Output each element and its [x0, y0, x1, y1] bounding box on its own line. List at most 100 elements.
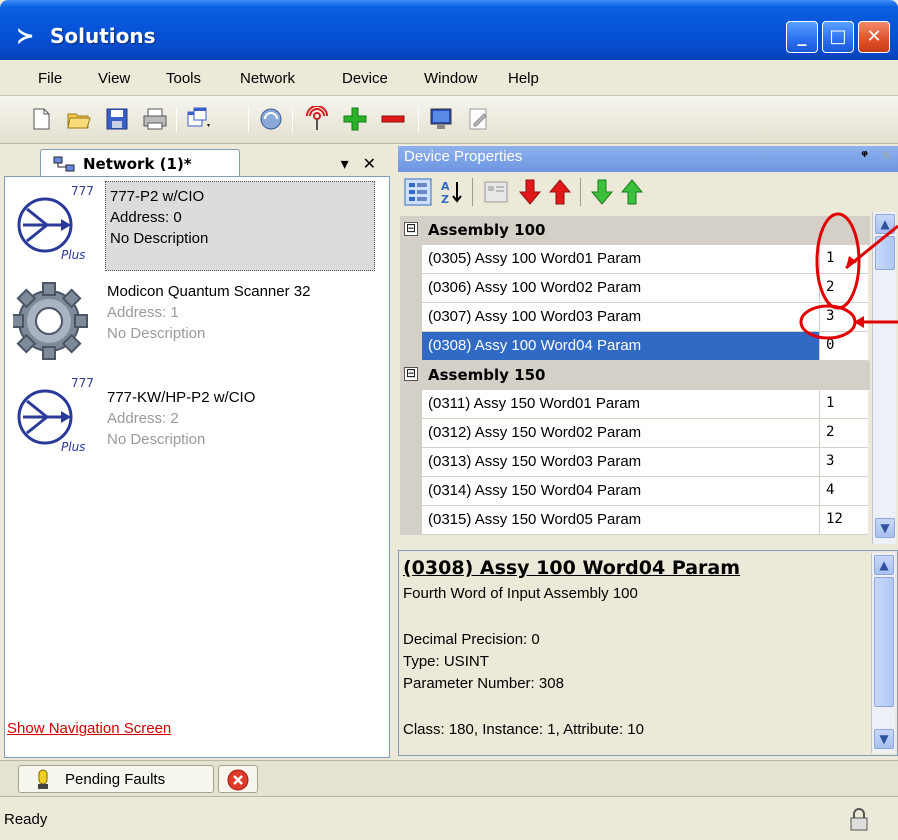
open-folder-icon[interactable]	[66, 106, 92, 132]
print-icon[interactable]	[142, 106, 168, 132]
device-name: Modicon Quantum Scanner 32	[107, 283, 311, 300]
svg-text:A: A	[441, 180, 450, 193]
categorized-icon[interactable]	[404, 178, 432, 206]
svg-text:Plus: Plus	[61, 248, 85, 262]
maximize-button[interactable]: □	[822, 21, 854, 53]
menu-window[interactable]: Window	[424, 70, 477, 87]
property-value[interactable]: 2	[820, 274, 868, 303]
menu-network[interactable]: Network	[240, 70, 295, 87]
description-scrollbar[interactable]: ▲ ▼	[871, 553, 895, 753]
menu-file[interactable]: File	[38, 70, 62, 87]
pane-controls: ▾ ✕	[327, 154, 376, 173]
window-dropdown-icon[interactable]	[186, 106, 212, 132]
property-value[interactable]: 1	[820, 390, 868, 419]
add-icon[interactable]	[342, 106, 368, 132]
toolbar-separator	[176, 106, 177, 132]
device-name: 777-KW/HP-P2 w/CIO	[107, 389, 256, 406]
close-icon[interactable]: ✕	[880, 148, 892, 164]
scroll-down-icon[interactable]: ▼	[875, 518, 895, 538]
pin-icon[interactable]: ᵠ	[861, 148, 868, 164]
close-button[interactable]: ✕	[858, 21, 890, 53]
window-title: Solutions	[50, 24, 156, 48]
device-item[interactable]: 777 Plus 777-KW/HP-P2 w/CIO Address: 2 N…	[5, 373, 391, 463]
property-row[interactable]: (0315) Assy 150 Word05 Param 12	[400, 506, 870, 535]
remove-icon[interactable]	[380, 106, 406, 132]
scroll-up-icon[interactable]: ▲	[875, 214, 895, 234]
svg-text:777: 777	[71, 184, 94, 198]
scroll-down-icon[interactable]: ▼	[874, 729, 894, 749]
scroll-up-icon[interactable]: ▲	[874, 555, 894, 575]
diagnostic-icon[interactable]	[258, 106, 284, 132]
edit-icon[interactable]	[466, 106, 492, 132]
download-green-icon[interactable]	[588, 178, 616, 206]
parameter-number: Parameter Number: 308	[403, 675, 564, 692]
category-name: Assembly 100	[428, 221, 546, 239]
device-item[interactable]: Modicon Quantum Scanner 32 Address: 1 No…	[5, 277, 391, 367]
grid-scrollbar[interactable]: ▲ ▼	[872, 212, 896, 544]
param-type: Type: USINT	[403, 653, 489, 670]
property-row[interactable]: (0311) Assy 150 Word01 Param 1	[400, 390, 870, 419]
drive-777-icon: 777 Plus	[17, 376, 94, 454]
error-tab[interactable]	[218, 765, 258, 793]
property-row[interactable]: (0307) Assy 100 Word03 Param 3	[400, 303, 870, 332]
save-icon[interactable]	[104, 106, 130, 132]
properties-header: Device Properties ᵠ ✕	[398, 146, 898, 172]
menu-help[interactable]: Help	[508, 70, 539, 87]
description-panel: (0308) Assy 100 Word04 Param Fourth Word…	[398, 550, 898, 756]
new-file-icon[interactable]	[28, 106, 54, 132]
property-value[interactable]: 3	[820, 303, 868, 332]
property-value[interactable]: 1	[820, 245, 868, 274]
property-row-selected[interactable]: (0308) Assy 100 Word04 Param 0	[400, 332, 870, 361]
alphabetical-sort-icon[interactable]: AZ	[438, 178, 466, 206]
property-pages-icon[interactable]	[482, 178, 510, 206]
dropdown-icon[interactable]: ▾	[341, 154, 349, 173]
category-name: Assembly 150	[428, 366, 546, 384]
property-value[interactable]: 2	[820, 419, 868, 448]
scroll-thumb[interactable]	[874, 577, 894, 707]
collapse-icon[interactable]: ⊟	[404, 222, 418, 236]
pending-faults-label: Pending Faults	[65, 771, 166, 788]
upload-red-icon[interactable]	[546, 178, 574, 206]
network-tab-label: Network (1)*	[83, 155, 192, 173]
property-row[interactable]: (0306) Assy 100 Word02 Param 2	[400, 274, 870, 303]
property-row[interactable]: (0312) Assy 150 Word02 Param 2	[400, 419, 870, 448]
category-assembly-100[interactable]: ⊟ Assembly 100	[400, 216, 870, 245]
menu-device[interactable]: Device	[342, 70, 388, 87]
upload-green-icon[interactable]	[618, 178, 646, 206]
gear-icon	[13, 282, 88, 360]
property-value[interactable]: 3	[820, 448, 868, 477]
svg-text:Plus: Plus	[61, 440, 85, 454]
decimal-precision: Decimal Precision: 0	[403, 631, 540, 648]
toolbar-separator	[248, 106, 249, 132]
device-item[interactable]: 777 Plus 777-P2 w/CIO Address: 0 No Desc…	[5, 181, 391, 271]
property-name: (0315) Assy 150 Word05 Param	[422, 506, 820, 535]
property-value[interactable]: 4	[820, 477, 868, 506]
property-name: (0313) Assy 150 Word03 Param	[422, 448, 820, 477]
collapse-icon[interactable]: ⊟	[404, 367, 418, 381]
show-navigation-link[interactable]: Show Navigation Screen	[7, 720, 171, 737]
toolbar-separator	[292, 106, 293, 132]
class-info: Class: 180, Instance: 1, Attribute: 10	[403, 721, 644, 738]
device-info: Modicon Quantum Scanner 32 Address: 1 No…	[107, 281, 310, 344]
property-value[interactable]: 12	[820, 506, 868, 535]
minimize-button[interactable]: _	[786, 21, 818, 53]
tab-pending-faults[interactable]: Pending Faults	[18, 765, 214, 793]
property-row[interactable]: (0314) Assy 150 Word04 Param 4	[400, 477, 870, 506]
broadcast-icon[interactable]	[304, 106, 330, 132]
property-value[interactable]: 0	[820, 332, 868, 361]
property-row[interactable]: (0313) Assy 150 Word03 Param 3	[400, 448, 870, 477]
menu-tools[interactable]: Tools	[166, 70, 201, 87]
lock-icon	[850, 808, 868, 831]
scroll-thumb[interactable]	[875, 236, 895, 270]
monitor-icon[interactable]	[428, 106, 454, 132]
download-red-icon[interactable]	[516, 178, 544, 206]
category-assembly-150[interactable]: ⊟ Assembly 150	[400, 361, 870, 390]
device-address: Address: 2	[107, 410, 179, 427]
property-name: (0311) Assy 150 Word01 Param	[422, 390, 820, 419]
properties-toolbar: AZ	[398, 172, 898, 212]
menu-view[interactable]: View	[98, 70, 130, 87]
property-row[interactable]: (0305) Assy 100 Word01 Param 1	[400, 245, 870, 274]
tab-network[interactable]: Network (1)*	[40, 149, 240, 177]
close-pane-icon[interactable]: ✕	[363, 154, 376, 173]
toolbar-separator	[418, 106, 419, 132]
